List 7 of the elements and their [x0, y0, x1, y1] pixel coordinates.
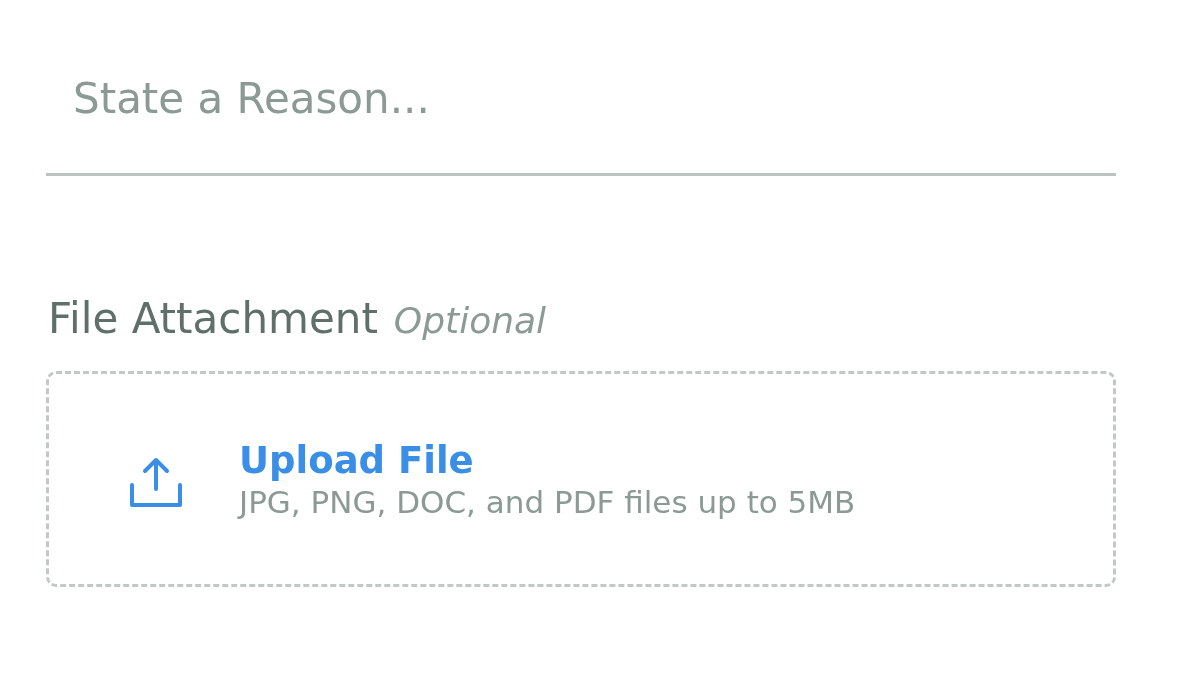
upload-file-link[interactable]: Upload File: [239, 438, 474, 482]
attachment-label: File Attachment: [48, 294, 378, 343]
file-types-hint: JPG, PNG, DOC, and PDF files up to 5MB: [239, 483, 856, 520]
upload-icon: [128, 457, 184, 509]
reason-field[interactable]: State a Reason...: [46, 62, 1116, 176]
optional-tag: Optional: [393, 300, 547, 341]
upload-dropzone[interactable]: Upload File JPG, PNG, DOC, and PDF files up to 5MB: [46, 371, 1116, 587]
